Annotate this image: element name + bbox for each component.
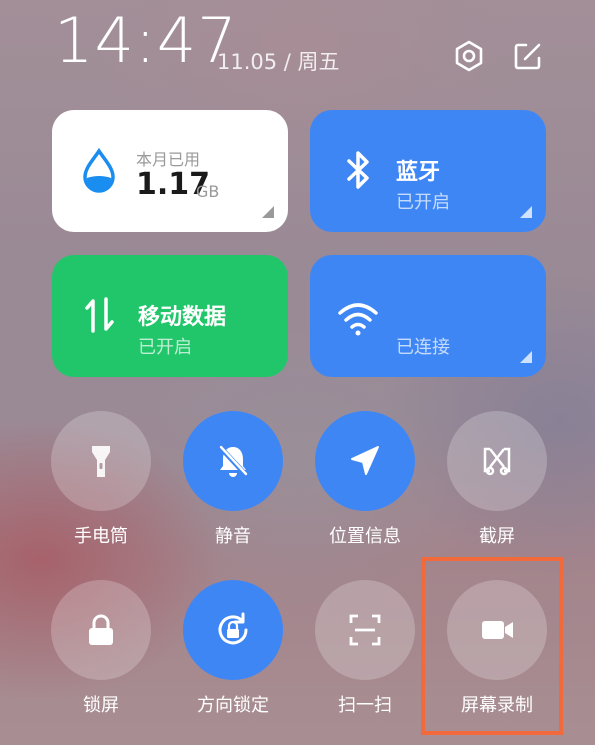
mobile-data-status: 已开启 — [138, 337, 192, 358]
expand-corner-icon — [262, 206, 274, 218]
wifi-tile[interactable]: 已连接 — [310, 255, 546, 377]
mobile-data-tile[interactable]: 移动数据 已开启 — [52, 255, 288, 377]
rotation-lock-toggle[interactable] — [183, 580, 283, 680]
bell-mute-icon — [218, 445, 248, 477]
location-toggle[interactable] — [315, 411, 415, 511]
data-arrows-icon — [85, 297, 114, 333]
flashlight-toggle[interactable] — [51, 411, 151, 511]
screenshot-icon — [483, 447, 511, 476]
lock-screen-label: 锁屏 — [83, 695, 119, 716]
expand-corner-icon — [520, 206, 532, 218]
location-label: 位置信息 — [329, 526, 401, 547]
edit-icon — [514, 43, 541, 70]
flashlight-icon — [92, 446, 110, 477]
lock-icon — [89, 614, 113, 645]
wifi-status: 已连接 — [396, 337, 450, 358]
bluetooth-status: 已开启 — [396, 192, 450, 213]
highlight-box — [421, 557, 563, 735]
settings-button[interactable] — [451, 38, 487, 74]
edit-button[interactable] — [510, 38, 546, 74]
flashlight-label: 手电筒 — [74, 526, 128, 547]
wifi-icon — [338, 303, 378, 336]
bluetooth-icon — [347, 151, 369, 189]
data-usage-unit: GB — [196, 182, 220, 201]
rotation-lock-icon — [218, 612, 248, 645]
clock-time: 14:47 — [54, 4, 238, 77]
water-drop-icon — [83, 148, 115, 193]
gear-hexagon-icon — [455, 40, 483, 72]
scan-icon — [349, 614, 381, 646]
screenshot-toggle[interactable] — [447, 411, 547, 511]
rotation-lock-label: 方向锁定 — [197, 695, 269, 716]
date-label: 11.05 / 周五 — [217, 50, 340, 74]
location-icon — [351, 446, 379, 475]
scan-toggle[interactable] — [315, 580, 415, 680]
silent-label: 静音 — [215, 526, 251, 547]
bluetooth-title: 蓝牙 — [396, 160, 441, 185]
silent-toggle[interactable] — [183, 411, 283, 511]
lock-screen-toggle[interactable] — [51, 580, 151, 680]
scan-label: 扫一扫 — [338, 695, 392, 716]
mobile-data-title: 移动数据 — [138, 305, 227, 330]
screenshot-label: 截屏 — [479, 526, 515, 547]
bluetooth-tile[interactable]: 蓝牙 已开启 — [310, 110, 546, 232]
data-usage-tile[interactable]: 本月已用 1.17 GB — [52, 110, 288, 232]
expand-corner-icon — [520, 351, 532, 363]
